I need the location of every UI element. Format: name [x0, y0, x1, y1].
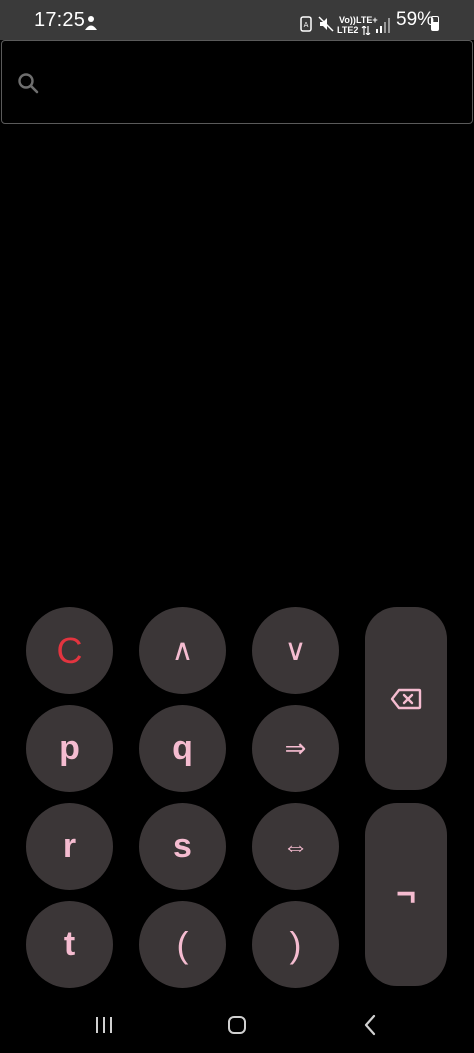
key-p[interactable]: p	[26, 705, 113, 792]
key-open-paren[interactable]: (	[139, 901, 226, 988]
nfc-icon: A	[300, 16, 312, 32]
key-q[interactable]: q	[139, 705, 226, 792]
search-icon	[18, 73, 39, 94]
status-bar: 17:25 A Vo)) LTE+ LTE2 59%	[0, 0, 474, 40]
mute-icon	[318, 16, 334, 32]
key-clear[interactable]: C	[26, 607, 113, 694]
back-icon[interactable]	[355, 1012, 385, 1038]
search-field[interactable]	[1, 40, 473, 124]
app-screen: 17:25 A Vo)) LTE+ LTE2 59% C ∧ ∨ p q ⇒ r…	[0, 0, 474, 1053]
key-close-paren[interactable]: )	[252, 901, 339, 988]
lte-indicator-bottom: LTE2	[337, 25, 359, 35]
lte-indicator-top: LTE+	[356, 15, 378, 25]
battery-percent: 59%	[396, 9, 435, 30]
recent-apps-icon[interactable]	[89, 1012, 119, 1038]
signal-icon	[376, 18, 390, 33]
data-arrows-icon	[361, 26, 371, 35]
key-implies[interactable]: ⇒	[252, 705, 339, 792]
key-not[interactable]: ¬	[365, 803, 447, 986]
svg-text:A: A	[304, 21, 309, 29]
navigation-bar	[0, 996, 474, 1053]
search-input[interactable]	[50, 61, 450, 105]
home-icon[interactable]	[222, 1012, 252, 1038]
key-s[interactable]: s	[139, 803, 226, 890]
key-or[interactable]: ∨	[252, 607, 339, 694]
key-iff[interactable]: ⇔	[252, 803, 339, 890]
key-and[interactable]: ∧	[139, 607, 226, 694]
key-not-label: ¬	[396, 875, 416, 913]
notification-app-icon	[85, 16, 97, 30]
backspace-button[interactable]	[365, 607, 447, 790]
status-time: 17:25	[34, 9, 86, 31]
key-t[interactable]: t	[26, 901, 113, 988]
volte-indicator: Vo))	[339, 15, 356, 25]
backspace-icon	[390, 688, 422, 709]
key-r[interactable]: r	[26, 803, 113, 890]
battery-icon	[431, 16, 439, 31]
